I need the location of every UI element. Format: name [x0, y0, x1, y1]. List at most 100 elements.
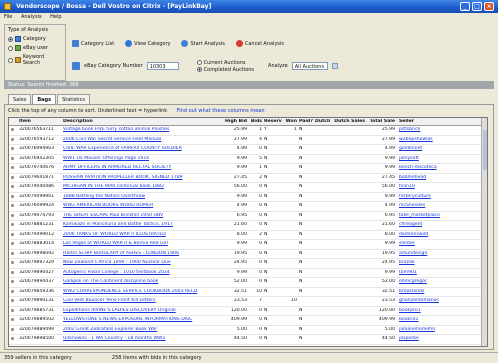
table-cell[interactable]: jamysoft — [399, 156, 481, 161]
column-header[interactable]: Reserve? — [264, 119, 282, 124]
table-cell[interactable]: jarkanehomefel — [399, 327, 481, 332]
radio-current-auctions[interactable]: Current Auctions — [196, 60, 254, 66]
table-cell[interactable]: YELLOWSTONE'S NEWS EXPOSURE INFORMATIONS… — [63, 317, 223, 322]
radio-keyword-search[interactable]: Keyword Search — [8, 54, 62, 66]
table-row[interactable]: 320079890131 Civil Vest Bouncer Yeno Fron… — [9, 297, 487, 307]
menu-analysis[interactable]: Analysis — [21, 14, 42, 20]
table-row[interactable]: 320079889502 YELLOWSTONE'S NEWS EXPOSURE … — [9, 316, 487, 326]
column-header[interactable]: Dutch? — [315, 119, 331, 124]
column-header[interactable]: Dutch Sales — [333, 119, 365, 124]
table-row[interactable]: 320079898500 Unknowns - 1 WA Country - 18… — [9, 335, 487, 345]
table-cell[interactable]: bookco1 — [399, 317, 481, 322]
column-header[interactable]: Item — [19, 119, 61, 124]
column-header[interactable]: Seller — [399, 119, 481, 124]
table-cell[interactable]: Autogenic Flood College : 1010 textbook … — [63, 270, 223, 275]
table-cell[interactable]: 1888 Battling the Nation Overthrow — [63, 194, 223, 199]
table-row[interactable]: 320079897329 New Zealand's Africa 1890 - … — [9, 259, 487, 269]
table-cell[interactable]: New Zealand's Africa 1890 - 1900 Nuclear… — [63, 260, 223, 265]
table-cell[interactable]: gnonjlardomanoc — [399, 298, 481, 303]
table-cell[interactable]: tam901 — [399, 270, 481, 275]
table-cell[interactable]: RUSSIAN AVIATION PROPELLER BOOK, SIGNED … — [63, 175, 223, 180]
view-category-button[interactable]: View Category — [125, 40, 170, 47]
table-row[interactable]: 320076942305 WW1 US Mauser Offerings Page… — [9, 155, 487, 164]
close-button[interactable]: × — [484, 2, 494, 11]
table-cell[interactable]: bobdiehead — [399, 175, 481, 180]
radio-completed-auctions[interactable]: Completed Auctions — [196, 67, 254, 73]
table-cell[interactable]: WW2 CORRESPONDENCE SERVICE COOKBOOK 2003… — [63, 289, 223, 294]
table-cell[interactable]: amundesign — [399, 251, 481, 256]
table-cell[interactable]: Vintage book FIVE furry cotton animal Pl… — [63, 127, 223, 132]
table-row[interactable]: 320076593712 2006 Civil War Secret Servic… — [9, 136, 487, 145]
table-cell[interactable]: slenter — [399, 241, 481, 246]
table-cell[interactable]: ARMY OFFICERS IN ARMORED RECTAL SOCIETY — [63, 165, 223, 170]
table-row[interactable]: 3200798954972004 Military Auth the the I… — [9, 345, 487, 347]
cancel-analysis-button[interactable]: Cancel Analysis — [235, 40, 284, 47]
start-analysis-button[interactable]: Start Analysis — [181, 40, 225, 47]
table-cell[interactable]: ohmcgregor — [399, 279, 481, 284]
table-cell[interactable]: dadirenswild — [399, 232, 481, 237]
radio-category[interactable]: Category — [8, 36, 62, 42]
table-row[interactable]: 320079885731 Expeditions IRVINE'S LADIES … — [9, 307, 487, 316]
table-cell[interactable]: pittsbrick — [399, 127, 481, 132]
table-row[interactable]: 320076563711 Vintage book FIVE furry cott… — [9, 126, 487, 136]
table-row[interactable]: 320079740676 ARMY OFFICERS IN ARMORED REC… — [9, 164, 487, 174]
table-row[interactable]: 320079499012 2006 TANKS OF WORLD WAR II I… — [9, 231, 487, 240]
column-header[interactable]: Description — [63, 119, 223, 124]
radio-ebay-user[interactable]: eBay user — [8, 45, 62, 51]
table-cell[interactable]: 2004 Military Auth the the Islands ARMY … — [63, 346, 223, 347]
table-cell[interactable]: amatheron — [399, 346, 481, 347]
table-cell[interactable]: Gallipoli on The Continent discipline bo… — [63, 279, 223, 284]
table-row[interactable]: 320079074793 THE GREAT ESCAPE Paul Brickh… — [9, 212, 487, 221]
column-header[interactable]: Won — [284, 119, 297, 124]
table-cell[interactable]: bench-discoteca — [399, 165, 481, 170]
columns-help-link[interactable]: Find out what these columns mean — [177, 108, 265, 114]
minimize-button[interactable]: _ — [460, 2, 470, 11]
table-row[interactable]: 320076099924 WW2 AMERICAN BOOKS WORD ROME… — [9, 202, 487, 212]
table-cell[interactable]: MICHIGAN IN THE WAR continual book 1882 — [63, 184, 223, 189]
column-header[interactable]: Bids — [249, 119, 262, 124]
table-cell[interactable]: THE GREAT ESCAPE Paul Brickhill 1950 OBV — [63, 213, 223, 218]
table-cell[interactable]: Civil Vest Bouncer Yeno Front Kill Lette… — [63, 298, 223, 303]
table-cell[interactable]: Las Vegas of WORLD WAR II & Bernie Red G… — [63, 241, 223, 246]
column-header[interactable]: Total Sale — [367, 119, 395, 124]
table-row[interactable]: 320079894437 Gallipoli on The Continent d… — [9, 278, 487, 288]
table-cell[interactable]: goldennet — [399, 146, 481, 151]
chevron-down-icon[interactable] — [331, 63, 338, 69]
maximize-button[interactable]: □ — [472, 2, 482, 11]
table-row[interactable]: 320079898092 Hartin SCHIP BURGLARY of ASH… — [9, 250, 487, 259]
table-cell[interactable]: WW2 AMERICAN BOOKS WORD ROMER — [63, 203, 223, 208]
column-header[interactable]: Paid? — [299, 119, 313, 124]
table-cell[interactable]: CIVIL WAR Experience of FAIRFAX COUNTY S… — [63, 146, 223, 151]
table-row[interactable]: 320078881231 Kamikaze in Manchuria and Ba… — [9, 221, 487, 231]
menu-help[interactable]: Help — [50, 14, 61, 20]
menu-file[interactable]: File — [4, 14, 12, 20]
table-cell[interactable]: historyculture — [399, 194, 481, 199]
table-cell[interactable]: cfireagent — [399, 222, 481, 227]
table-cell[interactable]: w2bepshowlas — [399, 137, 481, 142]
table-cell[interactable]: tcon10 — [399, 184, 481, 189]
table-row[interactable]: 320079040486 MICHIGAN IN THE WAR continua… — [9, 183, 487, 193]
scroll-thumb[interactable] — [483, 130, 487, 170]
table-cell[interactable]: 2002 Great Zebrafalls Explorer Book War — [63, 327, 223, 332]
category-number-input[interactable]: 10303 — [146, 62, 179, 70]
table-cell[interactable]: Expeditions IRVINE'S LADIES DISCOVERY Or… — [63, 308, 223, 313]
table-cell[interactable]: take_marketplace — [399, 213, 481, 218]
table-row[interactable]: 320079859336 WW2 CORRESPONDENCE SERVICE C… — [9, 288, 487, 297]
table-row[interactable]: 320079889499 2002 Great Zebrafalls Explor… — [9, 326, 487, 335]
table-cell[interactable]: Hartin SCHIP BURGLARY of ASHES - LONDON … — [63, 251, 223, 256]
table-row[interactable]: 320079499901 1888 Battling the Nation Ove… — [9, 193, 487, 202]
table-cell[interactable]: brooklandz — [399, 289, 481, 294]
table-row[interactable]: 320079890427 Autogenic Flood College : 10… — [9, 269, 487, 278]
category-list-button[interactable]: Category List — [72, 40, 114, 47]
column-header[interactable]: High Bid — [225, 119, 247, 124]
table-cell[interactable]: Kamikaze in Manchuria and Battle Tactics… — [63, 222, 223, 227]
table-cell[interactable]: jasperbe — [399, 336, 481, 341]
table-cell[interactable]: 2006 Civil War Secret Service Field Manu… — [63, 137, 223, 142]
table-cell[interactable]: WW1 US Mauser Offerings Page 1916 — [63, 156, 223, 161]
table-row[interactable]: 320078883014 Las Vegas of WORLD WAR II & … — [9, 240, 487, 250]
table-cell[interactable]: Unknowns - 1 WA Country - 18 months WW1 — [63, 336, 223, 341]
table-row[interactable]: 320076994903 CIVIL WAR Experience of FAIR… — [9, 145, 487, 155]
vertical-scrollbar[interactable] — [481, 118, 487, 346]
table-cell[interactable]: mcSheiales — [399, 203, 481, 208]
table-cell[interactable]: bookpro1 — [399, 308, 481, 313]
